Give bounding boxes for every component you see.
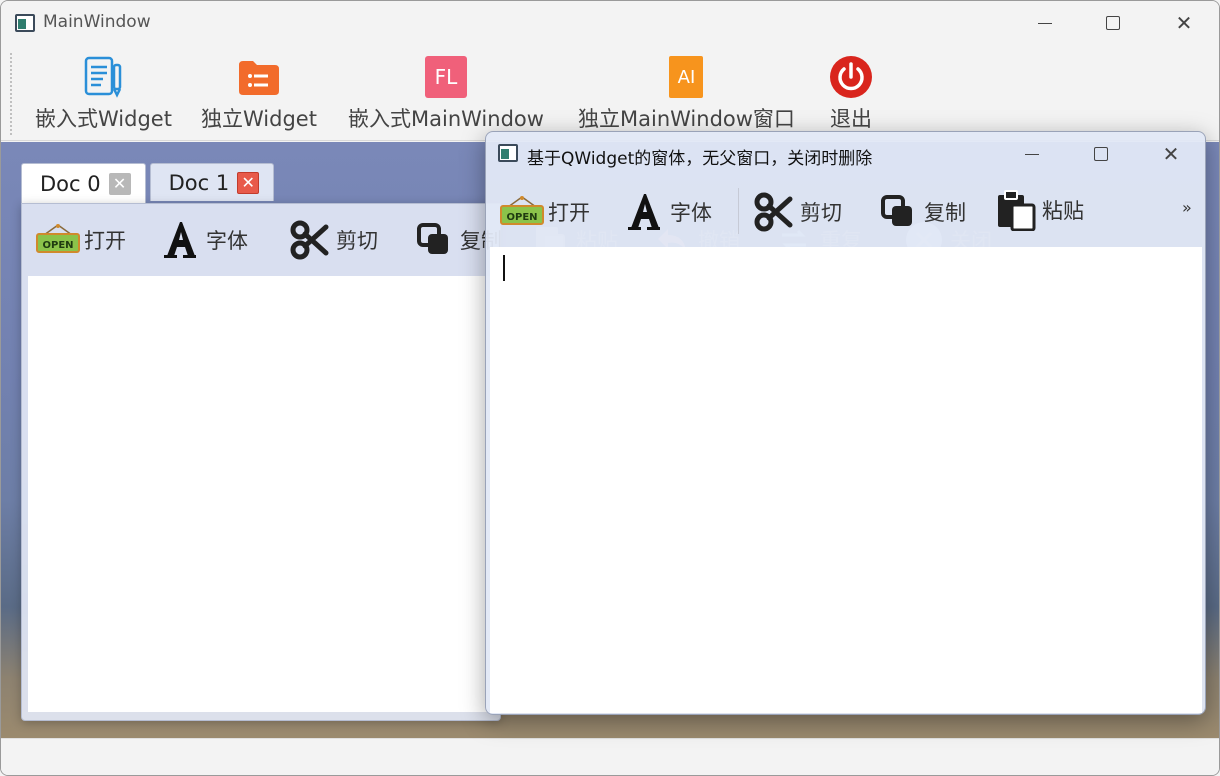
ai-file-icon: AI <box>664 55 708 99</box>
document-editor[interactable] <box>28 276 498 712</box>
open-sign-icon: OPEN <box>36 220 80 260</box>
standalone-mainwindow-button[interactable]: AI 独立MainWindow窗口 <box>578 55 795 133</box>
status-bar <box>1 738 1219 775</box>
cut-label: 剪切 <box>800 201 842 225</box>
standalone-widget-label: 独立Widget <box>201 107 317 131</box>
copy-icon <box>876 192 920 232</box>
copy-label: 复制 <box>924 201 966 225</box>
maximize-icon <box>1106 16 1120 30</box>
main-toolbar: 嵌入式Widget 独立Widget FL 嵌入式MainWindow AI 独 <box>1 45 1219 141</box>
maximize-button[interactable] <box>1093 9 1133 37</box>
cut-button[interactable]: 剪切 <box>288 220 378 260</box>
floating-toolbar: OPEN 打开 字体 剪切 复制 粘贴 » <box>486 176 1205 246</box>
title-bar[interactable]: MainWindow ✕ <box>1 1 1219 45</box>
toolbar-separator <box>738 188 739 234</box>
power-icon <box>829 55 873 99</box>
font-label: 字体 <box>206 229 248 253</box>
app-icon <box>15 14 35 32</box>
tab-label: Doc 0 <box>40 171 101 196</box>
open-sign-icon: OPEN <box>500 192 544 232</box>
embedded-widget-label: 嵌入式Widget <box>35 107 172 131</box>
close-button[interactable]: ✕ <box>1151 140 1191 168</box>
svg-text:OPEN: OPEN <box>506 212 537 223</box>
font-icon <box>622 192 666 232</box>
tab-label: Doc 1 <box>168 170 230 195</box>
svg-text:OPEN: OPEN <box>42 240 73 251</box>
toolbar-overflow-button[interactable]: » <box>1182 198 1192 217</box>
close-icon: ✕ <box>1175 11 1193 35</box>
paste-button[interactable]: 粘贴 <box>994 190 1084 231</box>
open-label: 打开 <box>84 229 126 253</box>
copy-button[interactable]: 复制 <box>876 192 966 232</box>
scissors-icon <box>752 192 796 232</box>
copy-icon <box>412 220 456 260</box>
tab-close-icon[interactable]: ✕ <box>108 172 131 195</box>
standalone-mainwindow-label: 独立MainWindow窗口 <box>578 107 795 131</box>
minimize-icon <box>1025 153 1039 155</box>
embedded-mainwindow-label: 嵌入式MainWindow <box>348 107 544 131</box>
tab-doc-1[interactable]: Doc 1 ✕ <box>149 163 275 201</box>
minimize-icon <box>1038 22 1052 24</box>
floating-window-title: 基于QWidget的窗体，无父窗口，关闭时删除 <box>527 149 873 169</box>
fl-file-icon: FL <box>424 55 468 99</box>
font-button[interactable]: 字体 <box>622 192 712 232</box>
font-label: 字体 <box>670 201 712 225</box>
minimize-button[interactable] <box>1012 140 1052 168</box>
text-cursor <box>503 255 505 281</box>
close-icon: ✕ <box>1162 142 1180 166</box>
maximize-button[interactable] <box>1081 140 1121 168</box>
standalone-widget-button[interactable]: 独立Widget <box>201 55 317 133</box>
close-button[interactable]: ✕ <box>1164 9 1204 37</box>
exit-label: 退出 <box>830 107 872 131</box>
scissors-icon <box>288 220 332 260</box>
paste-label: 粘贴 <box>1042 199 1084 223</box>
document-edit-icon <box>81 55 125 99</box>
minimize-button[interactable] <box>1025 9 1065 37</box>
embedded-mainwindow-button[interactable]: FL 嵌入式MainWindow <box>348 55 544 133</box>
open-button[interactable]: OPEN 打开 <box>36 220 126 260</box>
exit-button[interactable]: 退出 <box>829 55 873 133</box>
embedded-widget-button[interactable]: 嵌入式Widget <box>35 55 172 133</box>
folder-list-icon <box>237 55 281 99</box>
open-label: 打开 <box>548 201 590 225</box>
window-title: MainWindow <box>43 12 151 32</box>
document-tabs: Doc 0 ✕ Doc 1 ✕ <box>21 163 278 203</box>
maximize-icon <box>1094 147 1108 161</box>
paste-icon <box>994 190 1038 231</box>
floating-widget-window: 基于QWidget的窗体，无父窗口，关闭时删除 ✕ OPEN 打开 字体 剪切 … <box>485 131 1206 715</box>
app-icon <box>498 144 518 162</box>
tab-close-icon[interactable]: ✕ <box>237 171 260 194</box>
main-window: MainWindow ✕ 嵌入式Widget 独立Widget FL 嵌入式Ma… <box>0 0 1220 776</box>
cut-button[interactable]: 剪切 <box>752 192 842 232</box>
floating-title-bar[interactable]: 基于QWidget的窗体，无父窗口，关闭时删除 ✕ <box>486 132 1205 176</box>
text-editor[interactable] <box>490 247 1202 713</box>
embedded-subwindow: OPEN 打开 字体 剪切 复制 <box>21 203 992 721</box>
cut-label: 剪切 <box>336 229 378 253</box>
font-icon <box>158 220 202 260</box>
embedded-toolbar: OPEN 打开 字体 剪切 复制 <box>22 204 992 276</box>
tab-doc-0[interactable]: Doc 0 ✕ <box>21 163 146 203</box>
open-button[interactable]: OPEN 打开 <box>500 192 590 232</box>
font-button[interactable]: 字体 <box>158 220 248 260</box>
toolbar-grip[interactable] <box>10 53 12 135</box>
